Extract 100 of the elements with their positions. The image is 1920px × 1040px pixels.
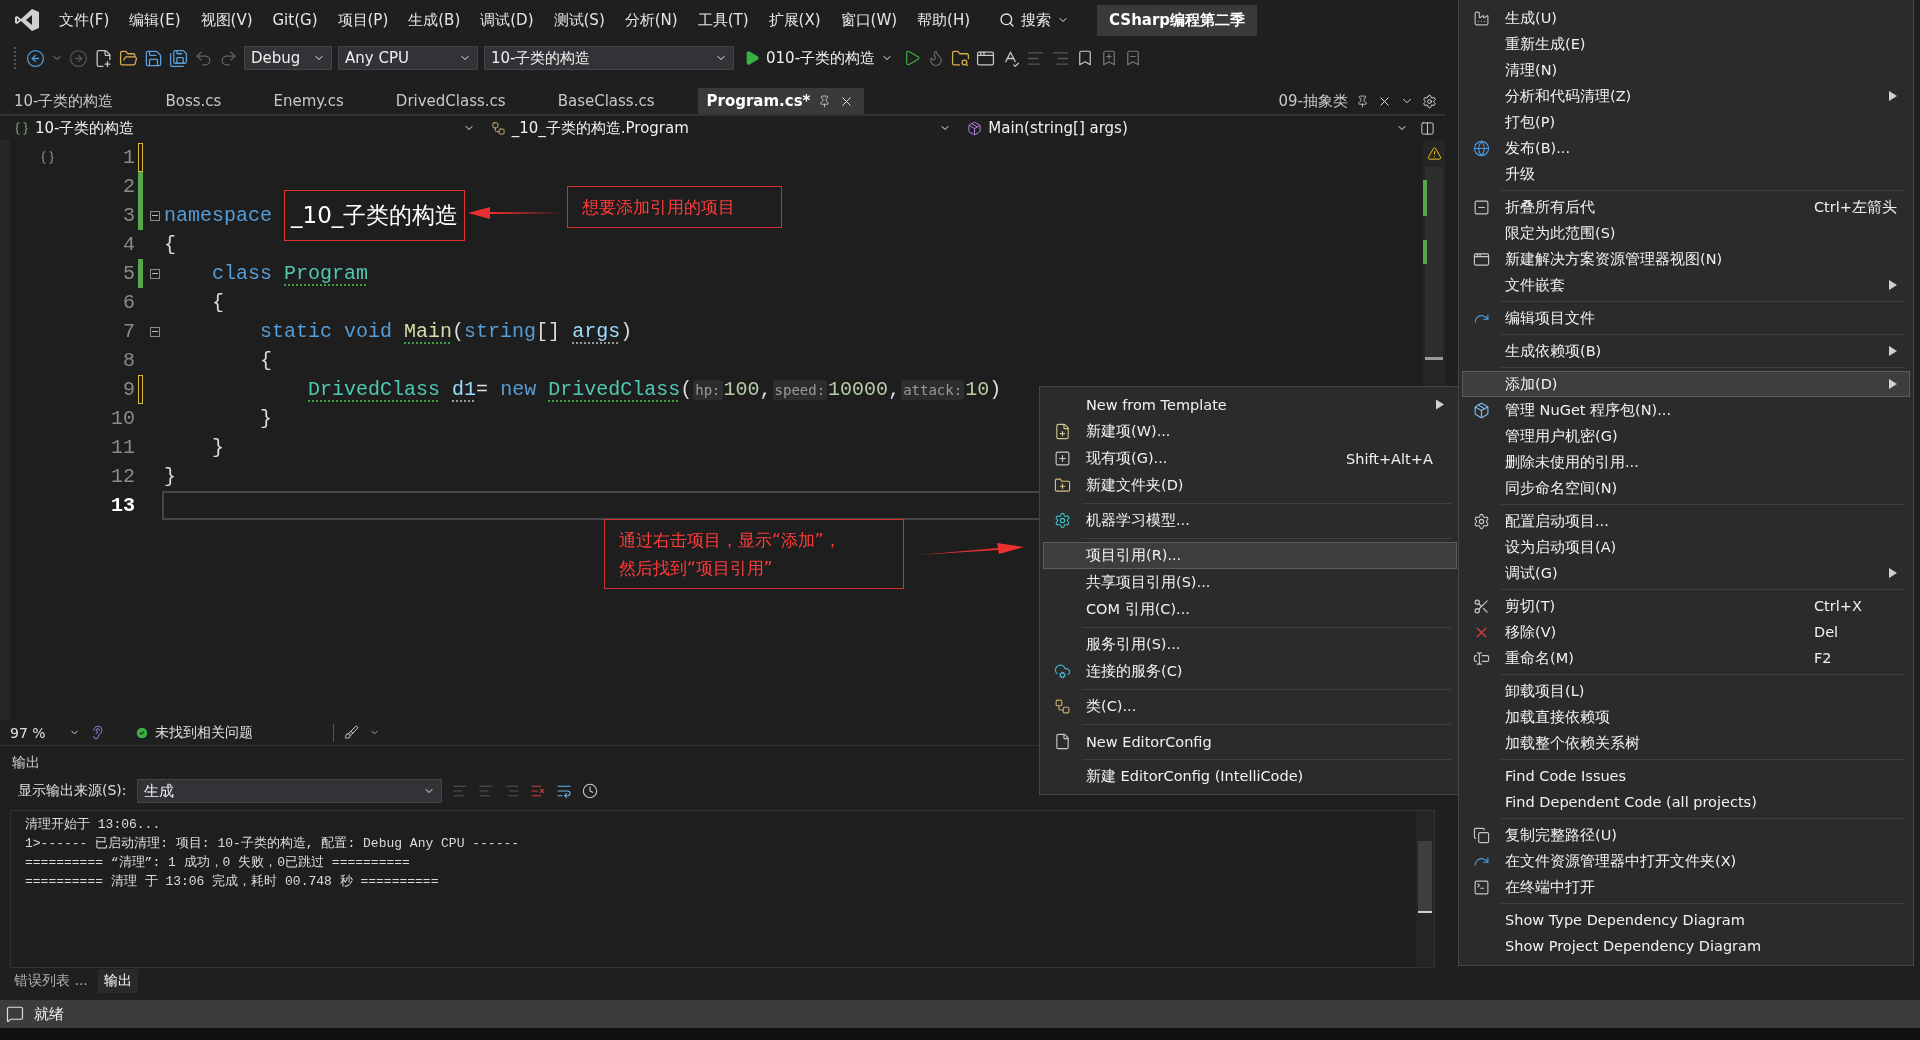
highlighted-namespace: _10_子类的构造 <box>284 190 466 241</box>
menu-item[interactable]: 连接的服务(C) <box>1043 658 1457 685</box>
panel-tab[interactable]: 输出 <box>97 969 138 993</box>
startup-project-dropdown[interactable]: 10-子类的构造 <box>484 46 734 70</box>
code-token: static void <box>260 320 393 343</box>
menu-item[interactable]: 编辑项目文件 <box>1462 305 1910 331</box>
menu-bar-item[interactable]: 生成(B) <box>399 6 470 34</box>
menu-item[interactable]: Find Dependent Code (all projects) <box>1462 789 1910 815</box>
line-number: 7 <box>123 320 135 343</box>
menu-item[interactable]: 删除未使用的引用... <box>1462 449 1910 475</box>
code-token: ( <box>680 378 693 401</box>
file-tab[interactable]: Program.cs* <box>698 88 865 114</box>
menu-item[interactable]: Show Type Dependency Diagram <box>1462 907 1910 933</box>
menu-item[interactable]: 管理用户机密(G) <box>1462 423 1910 449</box>
preview-tab[interactable]: 09-抽象类 <box>1278 91 1348 111</box>
output-line: ========== 清理 于 13:06 完成，耗时 00.748 秒 ========== <box>25 873 439 891</box>
code-token: } <box>164 465 176 488</box>
configuration-dropdown[interactable]: Debug <box>244 46 332 70</box>
menu-item[interactable]: 配置启动项目... <box>1462 508 1910 534</box>
menu-item[interactable]: 分析和代码清理(Z) <box>1462 83 1910 109</box>
status-text: 就绪 <box>34 1004 64 1024</box>
zoom-dropdown[interactable]: 97 % <box>10 724 80 741</box>
menu-item[interactable]: 复制完整路径(U) <box>1462 822 1910 848</box>
menu-bar-item[interactable]: 文件(F) <box>50 6 119 34</box>
menu-bar-item[interactable]: 编辑(E) <box>120 6 190 34</box>
menu-item[interactable]: 新建文件夹(D) <box>1043 472 1457 499</box>
code-token: new <box>500 378 537 401</box>
menu-item[interactable]: New from Template <box>1043 391 1457 418</box>
file-tab[interactable]: Enemy.cs <box>265 88 384 114</box>
platform-dropdown[interactable]: Any CPU <box>338 46 478 70</box>
menu-item[interactable]: 添加(D) <box>1462 371 1910 397</box>
file-tab[interactable]: Boss.cs <box>157 88 262 114</box>
menu-item[interactable]: 服务引用(S)... <box>1043 631 1457 658</box>
issues-status[interactable]: 未找到相关问题 <box>135 723 334 742</box>
menu-item[interactable]: 生成(U) <box>1462 5 1910 31</box>
menu-bar-item[interactable]: 项目(P) <box>328 6 398 34</box>
member-dropdown[interactable]: Main(string[] args) <box>963 117 1413 139</box>
menu-bar-item[interactable]: 窗口(W) <box>831 6 907 34</box>
menu-item[interactable]: 设为启动项目(A) <box>1462 534 1910 560</box>
menu-bar-item[interactable]: Git(G) <box>263 7 327 33</box>
search-button[interactable]: 搜索 <box>989 6 1080 34</box>
output-line: ========== “清理”: 1 成功，0 失败，0已跳过 ========== <box>25 854 410 872</box>
menu-item[interactable]: 机器学习模型... <box>1043 507 1457 534</box>
menu-item[interactable]: 移除(V) Del <box>1462 619 1910 645</box>
menu-bar-item[interactable]: 测试(S) <box>544 6 614 34</box>
menu-bar-item[interactable]: 扩展(X) <box>759 6 830 34</box>
menu-item[interactable]: 项目引用(R)... <box>1043 542 1457 569</box>
output-source-dropdown[interactable]: 生成 <box>136 779 442 803</box>
menu-item[interactable]: 调试(G) <box>1462 560 1910 586</box>
menu-item[interactable]: 在终端中打开 <box>1462 874 1910 900</box>
menu-bar-item[interactable]: 视图(V) <box>191 6 262 34</box>
menu-item[interactable]: 新建 EditorConfig (IntelliCode) <box>1043 763 1457 790</box>
callout-text: 通过右击项目，显示“添加”， <box>619 529 841 552</box>
project-dropdown[interactable]: 10-子类的构造 <box>10 117 479 139</box>
line-number: 11 <box>111 436 135 459</box>
menu-item[interactable]: 限定为此范围(S) <box>1462 220 1910 246</box>
menu-item[interactable]: 卸载项目(L) <box>1462 678 1910 704</box>
menu-bar-item[interactable]: 帮助(H) <box>908 6 980 34</box>
code-token: } <box>212 436 225 459</box>
menu-item[interactable]: Show Project Dependency Diagram <box>1462 933 1910 959</box>
code-token: = <box>476 378 489 401</box>
code-token: 10 <box>965 378 990 401</box>
menu-item[interactable]: Find Code Issues <box>1462 763 1910 789</box>
menu-item[interactable]: 新建项(W)... <box>1043 418 1457 445</box>
menu-item[interactable]: COM 引用(C)... <box>1043 596 1457 623</box>
menu-item[interactable]: 折叠所有后代 Ctrl+左箭头 <box>1462 194 1910 220</box>
menu-item[interactable]: 加载整个依赖关系树 <box>1462 730 1910 756</box>
run-button[interactable]: 010-子类的构造 <box>740 48 898 68</box>
menu-item[interactable]: New EditorConfig <box>1043 728 1457 755</box>
file-tab[interactable]: DrivedClass.cs <box>387 88 546 114</box>
line-number: 10 <box>111 407 135 430</box>
solution-title: CSharp编程第二季 <box>1097 4 1258 36</box>
menu-item[interactable]: 清理(N) <box>1462 57 1910 83</box>
menu-item[interactable]: 打包(P) <box>1462 109 1910 135</box>
menu-item[interactable]: 新建解决方案资源管理器视图(N) <box>1462 246 1910 272</box>
output-line: 1>------ 已启动清理: 项目: 10-子类的构造, 配置: Debug Any CPU ------ <box>25 835 520 853</box>
menu-item[interactable]: 升级 <box>1462 161 1910 187</box>
code-token: class <box>212 262 273 285</box>
menu-item[interactable]: 生成依赖项(B) <box>1462 338 1910 364</box>
menu-item[interactable]: 重新生成(E) <box>1462 31 1910 57</box>
menu-item[interactable]: 文件嵌套 <box>1462 272 1910 298</box>
menu-item[interactable]: 现有项(G)... Shift+Alt+A <box>1043 445 1457 472</box>
panel-tab[interactable]: 错误列表 ... <box>8 969 94 993</box>
menu-item[interactable]: 共享项目引用(S)... <box>1043 569 1457 596</box>
menu-bar-item[interactable]: 工具(T) <box>688 6 758 34</box>
menu-item[interactable]: 加载直接依赖项 <box>1462 704 1910 730</box>
menu-item[interactable]: 重命名(M) F2 <box>1462 645 1910 671</box>
type-dropdown[interactable]: _10_子类的构造.Program <box>486 117 956 139</box>
menu-item[interactable]: 发布(B)... <box>1462 135 1910 161</box>
menu-bar-item[interactable]: 分析(N) <box>615 6 687 34</box>
menu-item[interactable]: 类(C)... <box>1043 693 1457 720</box>
menu-item[interactable]: 同步命名空间(N) <box>1462 475 1910 501</box>
line-number: 12 <box>111 465 135 488</box>
file-tab[interactable]: 10-子类的构造 <box>6 88 154 114</box>
menu-bar-item[interactable]: 调试(D) <box>471 6 543 34</box>
menu-item[interactable]: 剪切(T) Ctrl+X <box>1462 593 1910 619</box>
file-tab[interactable]: BaseClass.cs <box>549 88 695 114</box>
menu-item[interactable]: 管理 NuGet 程序包(N)... <box>1462 397 1910 423</box>
code-token: namespace <box>164 204 273 227</box>
menu-item[interactable]: 在文件资源管理器中打开文件夹(X) <box>1462 848 1910 874</box>
